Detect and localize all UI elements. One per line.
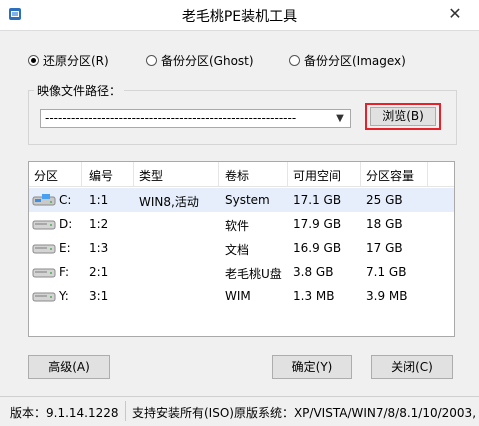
cell-capacity: 25 GB xyxy=(366,193,403,207)
cell-drive: C: xyxy=(59,193,72,207)
title-bar: 老毛桃PE装机工具 ✕ xyxy=(0,0,479,31)
radio-unselected-icon[interactable] xyxy=(289,54,300,66)
column-header-free-space[interactable]: 可用空间 xyxy=(293,167,341,184)
drive-icon xyxy=(32,244,56,254)
cell-label: WIM xyxy=(225,289,251,303)
radio-backup-imagex[interactable]: 备份分区(Imagex) xyxy=(289,52,406,68)
cell-drive: F: xyxy=(59,265,70,279)
image-path-combobox[interactable]: ----------------------------------------… xyxy=(40,109,351,128)
cell-drive: Y: xyxy=(59,289,69,303)
column-header-number[interactable]: 编号 xyxy=(89,167,113,184)
cell-number: 2:1 xyxy=(89,265,109,279)
image-path-value: ----------------------------------------… xyxy=(45,111,297,125)
drive-icon xyxy=(32,292,56,302)
cell-drive: D: xyxy=(59,217,73,231)
radio-unselected-icon[interactable] xyxy=(146,54,157,66)
cell-number: 1:2 xyxy=(89,217,109,231)
radio-backup-ghost[interactable]: 备份分区(Ghost) xyxy=(146,52,254,68)
cell-free-space: 1.3 MB xyxy=(293,289,335,303)
table-row[interactable]: E: 1:3 文档 16.9 GB 17 GB xyxy=(29,236,454,260)
cell-number: 1:1 xyxy=(89,193,109,207)
cell-number: 3:1 xyxy=(89,289,109,303)
column-divider xyxy=(133,162,134,186)
cell-label: 文档 xyxy=(225,243,250,257)
column-header-partition[interactable]: 分区 xyxy=(34,167,58,184)
advanced-button[interactable]: 高级(A) xyxy=(28,355,110,379)
close-button[interactable]: 关闭(C) xyxy=(371,355,453,379)
cell-label: System xyxy=(225,193,270,207)
ok-button[interactable]: 确定(Y) xyxy=(272,355,352,379)
drive-icon xyxy=(32,220,56,230)
table-row[interactable]: C: 1:1 WIN8,活动 System 17.1 GB 25 GB xyxy=(29,188,454,212)
system-drive-icon xyxy=(32,194,56,206)
cell-number: 1:3 xyxy=(89,241,109,255)
cell-capacity: 17 GB xyxy=(366,241,403,255)
column-header-type[interactable]: 类型 xyxy=(139,167,163,184)
cell-free-space: 17.9 GB xyxy=(293,217,342,231)
cell-capacity: 18 GB xyxy=(366,217,403,231)
column-divider xyxy=(81,162,82,186)
cell-type: WIN8,活动 xyxy=(139,195,199,209)
column-divider xyxy=(360,162,361,186)
cell-label: 软件 xyxy=(225,219,250,233)
radio-restore-partition[interactable]: 还原分区(R) xyxy=(28,52,109,68)
browse-button[interactable]: 浏览(B) xyxy=(370,107,436,126)
cell-free-space: 17.1 GB xyxy=(293,193,342,207)
column-divider xyxy=(218,162,219,186)
partition-table: 分区 编号 类型 卷标 可用空间 分区容量 C: 1:1 WIN8,活动 Sys… xyxy=(28,161,455,337)
cell-free-space: 16.9 GB xyxy=(293,241,342,255)
status-divider xyxy=(125,401,126,421)
status-bar: 版本：9.1.14.1228 支持安装所有(ISO)原版系统：XP/VISTA/… xyxy=(0,396,479,426)
supported-systems-text: 支持安装所有(ISO)原版系统：XP/VISTA/WIN7/8/8.1/10/2… xyxy=(132,406,477,420)
browse-highlight: 浏览(B) xyxy=(365,103,441,130)
table-row[interactable]: D: 1:2 软件 17.9 GB 18 GB xyxy=(29,212,454,236)
radio-label: 备份分区(Imagex) xyxy=(304,53,406,68)
cell-label: 老毛桃U盘 xyxy=(225,267,282,281)
table-row[interactable]: F: 2:1 老毛桃U盘 3.8 GB 7.1 GB xyxy=(29,260,454,284)
column-divider xyxy=(427,162,428,186)
drive-icon xyxy=(32,268,56,278)
close-icon[interactable]: ✕ xyxy=(440,2,470,26)
table-row[interactable]: Y: 3:1 WIM 1.3 MB 3.9 MB xyxy=(29,284,454,308)
cell-capacity: 7.1 GB xyxy=(366,265,407,279)
table-header: 分区 编号 类型 卷标 可用空间 分区容量 xyxy=(29,162,454,187)
radio-label: 还原分区(R) xyxy=(43,53,109,68)
window-title: 老毛桃PE装机工具 xyxy=(181,9,298,25)
version-text: 版本：9.1.14.1228 xyxy=(10,406,119,420)
column-divider xyxy=(287,162,288,186)
cell-capacity: 3.9 MB xyxy=(366,289,408,303)
column-header-label[interactable]: 卷标 xyxy=(225,167,249,184)
cell-free-space: 3.8 GB xyxy=(293,265,334,279)
radio-selected-icon[interactable] xyxy=(28,54,39,66)
radio-label: 备份分区(Ghost) xyxy=(161,53,254,68)
column-header-capacity[interactable]: 分区容量 xyxy=(366,167,414,184)
image-path-label: 映像文件路径： xyxy=(34,82,125,99)
cell-drive: E: xyxy=(59,241,71,255)
chevron-down-icon[interactable]: ▼ xyxy=(333,111,347,126)
